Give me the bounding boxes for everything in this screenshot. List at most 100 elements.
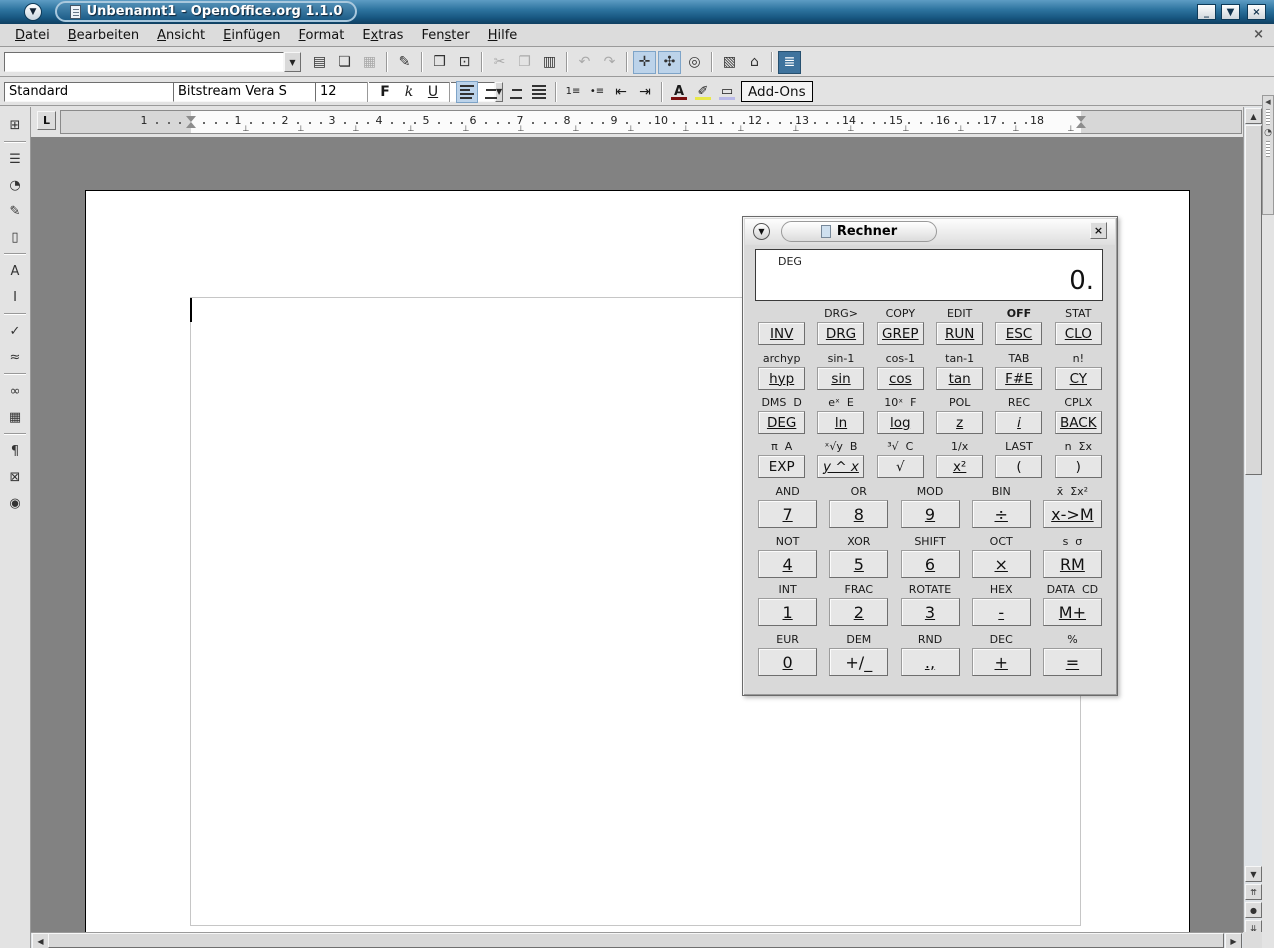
- calc-button-2[interactable]: 2: [829, 598, 888, 626]
- online-layout-icon[interactable]: ◉: [3, 491, 27, 515]
- calculator-close-button[interactable]: ×: [1090, 222, 1107, 239]
- maximize-button[interactable]: ▼: [1221, 4, 1240, 20]
- direct-cursor-icon[interactable]: I: [3, 285, 27, 309]
- calc-button-CLO[interactable]: CLO: [1055, 322, 1102, 345]
- dock-grip[interactable]: [1266, 109, 1270, 125]
- close-button[interactable]: ×: [1247, 4, 1266, 20]
- align-center-button[interactable]: [480, 81, 502, 103]
- calc-button-6[interactable]: 6: [901, 550, 960, 578]
- calculator-menu-button[interactable]: ▼: [753, 223, 770, 240]
- calc-button-√[interactable]: √: [877, 455, 924, 478]
- hyperlink-dialog-icon[interactable]: ◎: [683, 51, 706, 74]
- previous-page-button[interactable]: ⇈: [1245, 884, 1262, 900]
- paragraph-style-combobox[interactable]: ▼: [4, 82, 167, 102]
- show-dock-icon[interactable]: ◀: [1265, 98, 1270, 106]
- horizontal-ruler[interactable]: 1123456789101112131415161718⊥⊥⊥⊥⊥⊥⊥⊥⊥⊥⊥⊥…: [60, 110, 1242, 134]
- vertical-scrollbar[interactable]: ▲ ▼ ⇈ ● ⇊: [1243, 107, 1262, 948]
- draw-functions-icon[interactable]: ✎: [3, 199, 27, 223]
- stylist-icon[interactable]: ✣: [658, 51, 681, 74]
- calc-button-hyp[interactable]: hyp: [758, 367, 805, 390]
- calc-button-4[interactable]: 4: [758, 550, 817, 578]
- scroll-down-button[interactable]: ▼: [1245, 866, 1262, 882]
- calc-button-y ^ x[interactable]: y ^ x: [817, 455, 864, 478]
- calc-button-cos[interactable]: cos: [877, 367, 924, 390]
- bookmark-icon[interactable]: ⌂: [743, 51, 766, 74]
- calc-button-ln[interactable]: ln: [817, 411, 864, 434]
- increase-indent-button[interactable]: ⇥: [634, 81, 656, 103]
- calc-button-EXP[interactable]: EXP: [758, 455, 805, 478]
- font-name-combobox[interactable]: ▼: [173, 82, 309, 102]
- menu-datei[interactable]: Datei: [6, 26, 59, 45]
- paragraph-style-input[interactable]: [4, 82, 184, 102]
- scroll-up-button[interactable]: ▲: [1245, 108, 1262, 124]
- align-right-button[interactable]: [504, 81, 526, 103]
- calc-button-)[interactable]: ): [1055, 455, 1102, 478]
- decrease-indent-button[interactable]: ⇤: [610, 81, 632, 103]
- align-left-button[interactable]: [456, 81, 478, 103]
- scroll-left-button[interactable]: ◀: [32, 933, 49, 948]
- calc-button-÷[interactable]: ÷: [972, 500, 1031, 528]
- calc-button-RM[interactable]: RM: [1043, 550, 1102, 578]
- paste-icon[interactable]: ▥: [538, 51, 561, 74]
- navigator-icon[interactable]: ✛: [633, 51, 656, 74]
- horizontal-scrollbar[interactable]: ◀ ▶: [31, 932, 1243, 948]
- calc-button-x²[interactable]: x²: [936, 455, 983, 478]
- url-input[interactable]: [4, 52, 284, 72]
- calc-button-×[interactable]: ×: [972, 550, 1031, 578]
- calc-button-DEG[interactable]: DEG: [758, 411, 805, 434]
- nonprinting-characters-icon[interactable]: ¶: [3, 439, 27, 463]
- paragraph-background-button[interactable]: ▭: [716, 81, 738, 103]
- spellcheck-icon[interactable]: ✓: [3, 319, 27, 343]
- open-icon[interactable]: ❏: [333, 51, 356, 74]
- calculator-window[interactable]: ▼ Rechner × DEG 0. INVDRG>DRGCOPYGREPEDI…: [742, 216, 1118, 696]
- auto-spellcheck-icon[interactable]: ≈: [3, 345, 27, 369]
- vertical-scroll-thumb[interactable]: [1245, 125, 1262, 475]
- highlighting-button[interactable]: ✐: [692, 81, 714, 103]
- insert-icon[interactable]: ☰: [3, 147, 27, 171]
- indent-marker-left[interactable]: [186, 116, 196, 128]
- insert-object-icon[interactable]: ◔: [3, 173, 27, 197]
- calc-button-i[interactable]: i: [995, 411, 1042, 434]
- calc-button-F#E[interactable]: F#E: [995, 367, 1042, 390]
- justify-button[interactable]: [528, 81, 550, 103]
- minimize-button[interactable]: _: [1197, 4, 1216, 20]
- printer-icon[interactable]: ⊡: [453, 51, 476, 74]
- bullet-list-button[interactable]: •≡: [586, 81, 608, 103]
- underline-button[interactable]: U: [422, 81, 444, 103]
- docked-window-strip[interactable]: ◀ ◔: [1262, 95, 1274, 215]
- calc-button-log[interactable]: log: [877, 411, 924, 434]
- bold-button[interactable]: F: [374, 81, 396, 103]
- data-sources-icon[interactable]: ▦: [3, 405, 27, 429]
- calc-button-=[interactable]: =: [1043, 648, 1102, 676]
- window-menu-button[interactable]: ▼: [24, 3, 42, 21]
- menu-ansicht[interactable]: Ansicht: [148, 26, 214, 45]
- font-color-button[interactable]: A: [668, 81, 690, 103]
- calc-button-M+[interactable]: M+: [1043, 598, 1102, 626]
- calc-button-x->M[interactable]: x->M: [1043, 500, 1102, 528]
- italic-button[interactable]: k: [398, 81, 420, 103]
- print-file-icon[interactable]: ❒: [428, 51, 451, 74]
- calc-button-tan[interactable]: tan: [936, 367, 983, 390]
- calculator-titlebar[interactable]: ▼ Rechner ×: [745, 219, 1115, 245]
- navigation-button[interactable]: ●: [1245, 902, 1262, 918]
- calc-button-ESC[interactable]: ESC: [995, 322, 1042, 345]
- calc-button-1[interactable]: 1: [758, 598, 817, 626]
- indent-marker-right[interactable]: [1076, 116, 1086, 128]
- addons-calculator-icon[interactable]: ≣: [778, 51, 801, 74]
- url-dropdown-icon[interactable]: ▼: [284, 52, 301, 72]
- calc-button-DRG[interactable]: DRG: [817, 322, 864, 345]
- url-combobox[interactable]: ▼: [4, 52, 301, 72]
- calc-button-9[interactable]: 9: [901, 500, 960, 528]
- addons-tooltip[interactable]: Add-Ons: [741, 81, 813, 102]
- titlebar-pill[interactable]: Unbenannt1 - OpenOffice.org 1.1.0: [55, 1, 357, 22]
- calc-button-5[interactable]: 5: [829, 550, 888, 578]
- calc-button-RUN[interactable]: RUN: [936, 322, 983, 345]
- calc-button-.,[interactable]: .,: [901, 648, 960, 676]
- calc-button-CY[interactable]: CY: [1055, 367, 1102, 390]
- menu-einfügen[interactable]: Einfügen: [214, 26, 289, 45]
- calc-button-sin[interactable]: sin: [817, 367, 864, 390]
- numbered-list-button[interactable]: 1≡: [562, 81, 584, 103]
- menu-hilfe[interactable]: Hilfe: [479, 26, 527, 45]
- dock-grip[interactable]: [1266, 141, 1270, 157]
- calc-button-GREP[interactable]: GREP: [877, 322, 924, 345]
